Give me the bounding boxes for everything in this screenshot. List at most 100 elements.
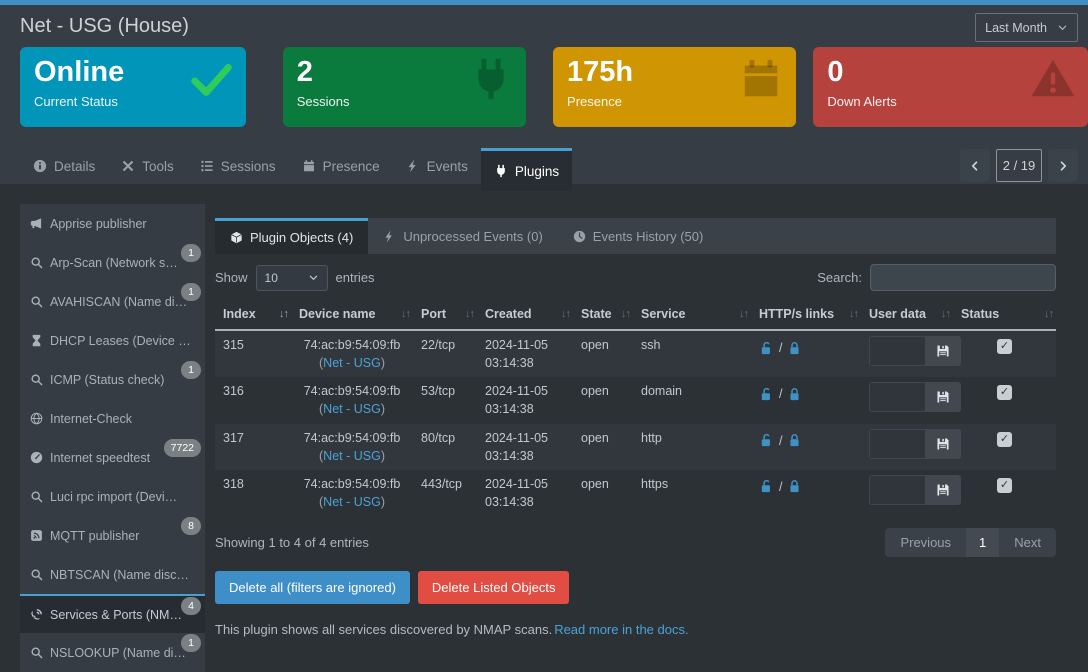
check-icon bbox=[188, 56, 234, 102]
sort-icon[interactable]: ↓↑ bbox=[1044, 308, 1053, 320]
plugin-tab-plugin-objects-4[interactable]: Plugin Objects (4) bbox=[215, 218, 368, 254]
count-badge: 1 bbox=[181, 361, 201, 379]
cell-created: 2024-11-0503:14:38 bbox=[477, 330, 573, 377]
docs-link[interactable]: Read more in the docs. bbox=[554, 622, 688, 637]
status-checkbox[interactable]: ✓ bbox=[997, 432, 1012, 447]
sidebar-item-dhcp-leases-device[interactable]: DHCP Leases (Device … bbox=[20, 321, 205, 360]
plugin-tab-events-history-50[interactable]: Events History (50) bbox=[558, 218, 719, 254]
user-data-input[interactable] bbox=[869, 382, 925, 412]
plugin-note: This plugin shows all services discovere… bbox=[215, 622, 1056, 637]
sort-icon[interactable]: ↓↑ bbox=[465, 308, 474, 320]
device-link[interactable]: Net - USG bbox=[323, 402, 381, 416]
show-label: Show bbox=[215, 270, 248, 285]
sort-icon[interactable]: ↓↑ bbox=[849, 308, 858, 320]
column-header-created[interactable]: Created↓↑ bbox=[477, 303, 573, 330]
delete-listed-button[interactable]: Delete Listed Objects bbox=[418, 571, 570, 604]
summary-card-sessions: 2Sessions bbox=[283, 47, 526, 127]
count-badge: 1 bbox=[181, 244, 201, 262]
lock-icon[interactable] bbox=[787, 433, 802, 448]
page-1-button[interactable]: 1 bbox=[966, 528, 999, 557]
sidebar-item-services-ports-nm[interactable]: Services & Ports (NM…4 bbox=[20, 594, 205, 633]
cell-http-links: / bbox=[751, 470, 861, 516]
entries-select-value: 10 bbox=[265, 271, 278, 285]
delete-all-button[interactable]: Delete all (filters are ignored) bbox=[215, 571, 410, 604]
sort-icon[interactable]: ↓↑ bbox=[401, 308, 410, 320]
tab-plugins[interactable]: Plugins bbox=[481, 148, 572, 191]
lock-icon[interactable] bbox=[787, 387, 802, 402]
lock-icon[interactable] bbox=[787, 479, 802, 494]
sort-icon[interactable]: ↓↑ bbox=[621, 308, 630, 320]
column-header-service[interactable]: Service↓↑ bbox=[633, 303, 751, 330]
status-checkbox[interactable]: ✓ bbox=[997, 385, 1012, 400]
save-button[interactable] bbox=[925, 429, 961, 459]
period-select[interactable]: Last Month bbox=[975, 13, 1078, 42]
list-ol-icon bbox=[200, 159, 214, 173]
column-header-port[interactable]: Port↓↑ bbox=[413, 303, 477, 330]
unlock-icon[interactable] bbox=[759, 479, 774, 494]
column-header-device-name[interactable]: Device name↓↑ bbox=[291, 303, 413, 330]
sort-icon[interactable]: ↓↑ bbox=[941, 308, 950, 320]
summary-cards: OnlineCurrent Status2Sessions175hPresenc… bbox=[0, 47, 1088, 127]
user-data-input[interactable] bbox=[869, 336, 925, 366]
device-tabbar: DetailsToolsSessionsPresenceEventsPlugin… bbox=[0, 148, 1088, 184]
sidebar-item-luci-rpc-import-devi[interactable]: Luci rpc import (Devi… bbox=[20, 477, 205, 516]
prev-device-button[interactable] bbox=[960, 149, 990, 182]
column-header-state[interactable]: State↓↑ bbox=[573, 303, 633, 330]
cell-status: ✓ bbox=[953, 470, 1056, 516]
tab-tools[interactable]: Tools bbox=[108, 148, 187, 184]
sidebar-item-icmp-status-check[interactable]: ICMP (Status check)1 bbox=[20, 360, 205, 399]
save-button[interactable] bbox=[925, 336, 961, 366]
status-checkbox[interactable]: ✓ bbox=[997, 478, 1012, 493]
cell-service: domain bbox=[633, 377, 751, 423]
sort-icon[interactable]: ↓↑ bbox=[739, 308, 748, 320]
device-link[interactable]: Net - USG bbox=[323, 495, 381, 509]
sidebar-item-nbtscan-name-disc[interactable]: NBTSCAN (Name disc… bbox=[20, 555, 205, 594]
sidebar-item-apprise-publisher[interactable]: Apprise publisher bbox=[20, 204, 205, 243]
sidebar-item-mqtt-publisher[interactable]: MQTT publisher8 bbox=[20, 516, 205, 555]
sidebar-item-label: Apprise publisher bbox=[50, 217, 147, 231]
search-label: Search: bbox=[817, 270, 862, 285]
lock-icon[interactable] bbox=[787, 341, 802, 356]
next-page-button[interactable]: Next bbox=[999, 528, 1056, 557]
chevron-left-icon bbox=[969, 160, 981, 172]
unlock-icon[interactable] bbox=[759, 341, 774, 356]
sidebar-item-label: DHCP Leases (Device … bbox=[50, 334, 191, 348]
sidebar-item-arp-scan-network-s[interactable]: Arp-Scan (Network s…1 bbox=[20, 243, 205, 282]
tab-events[interactable]: Events bbox=[393, 148, 481, 184]
entries-select[interactable]: 10 bbox=[256, 265, 328, 291]
cell-port: 22/tcp bbox=[413, 330, 477, 377]
status-checkbox[interactable]: ✓ bbox=[997, 339, 1012, 354]
hourglass-icon bbox=[30, 334, 43, 347]
column-header-status[interactable]: Status↓↑ bbox=[953, 303, 1056, 330]
cell-user-data bbox=[861, 424, 953, 470]
search-input[interactable] bbox=[870, 264, 1056, 291]
unlock-icon[interactable] bbox=[759, 387, 774, 402]
next-device-button[interactable] bbox=[1048, 149, 1078, 182]
user-data-input[interactable] bbox=[869, 429, 925, 459]
previous-page-button[interactable]: Previous bbox=[885, 528, 966, 557]
bolt-icon bbox=[383, 230, 396, 243]
plugin-tab-unprocessed-events-0[interactable]: Unprocessed Events (0) bbox=[368, 218, 557, 254]
tab-details[interactable]: Details bbox=[20, 148, 108, 184]
tab-presence[interactable]: Presence bbox=[289, 148, 393, 184]
user-data-input[interactable] bbox=[869, 475, 925, 505]
unlock-icon[interactable] bbox=[759, 433, 774, 448]
cell-port: 53/tcp bbox=[413, 377, 477, 423]
save-button[interactable] bbox=[925, 475, 961, 505]
tab-sessions[interactable]: Sessions bbox=[187, 148, 289, 184]
sidebar-item-avahiscan-name-di[interactable]: AVAHISCAN (Name di…1 bbox=[20, 282, 205, 321]
column-header-index[interactable]: Index↓↑ bbox=[215, 303, 291, 330]
cell-http-links: / bbox=[751, 330, 861, 377]
cell-device-name: 74:ac:b9:54:09:fb(Net - USG) bbox=[291, 424, 413, 470]
column-header-http-s-links[interactable]: HTTP/s links↓↑ bbox=[751, 303, 861, 330]
sidebar-item-internet-check[interactable]: Internet-Check bbox=[20, 399, 205, 438]
device-link[interactable]: Net - USG bbox=[323, 356, 381, 370]
save-button[interactable] bbox=[925, 382, 961, 412]
cell-status: ✓ bbox=[953, 424, 1056, 470]
sidebar-item-internet-speedtest[interactable]: Internet speedtest7722 bbox=[20, 438, 205, 477]
sort-icon[interactable]: ↓↑ bbox=[561, 308, 570, 320]
sidebar-item-nslookup-name-di[interactable]: NSLOOKUP (Name di…1 bbox=[20, 633, 205, 672]
device-link[interactable]: Net - USG bbox=[323, 449, 381, 463]
sort-icon[interactable]: ↓↑ bbox=[279, 308, 288, 320]
column-header-user-data[interactable]: User data↓↑ bbox=[861, 303, 953, 330]
